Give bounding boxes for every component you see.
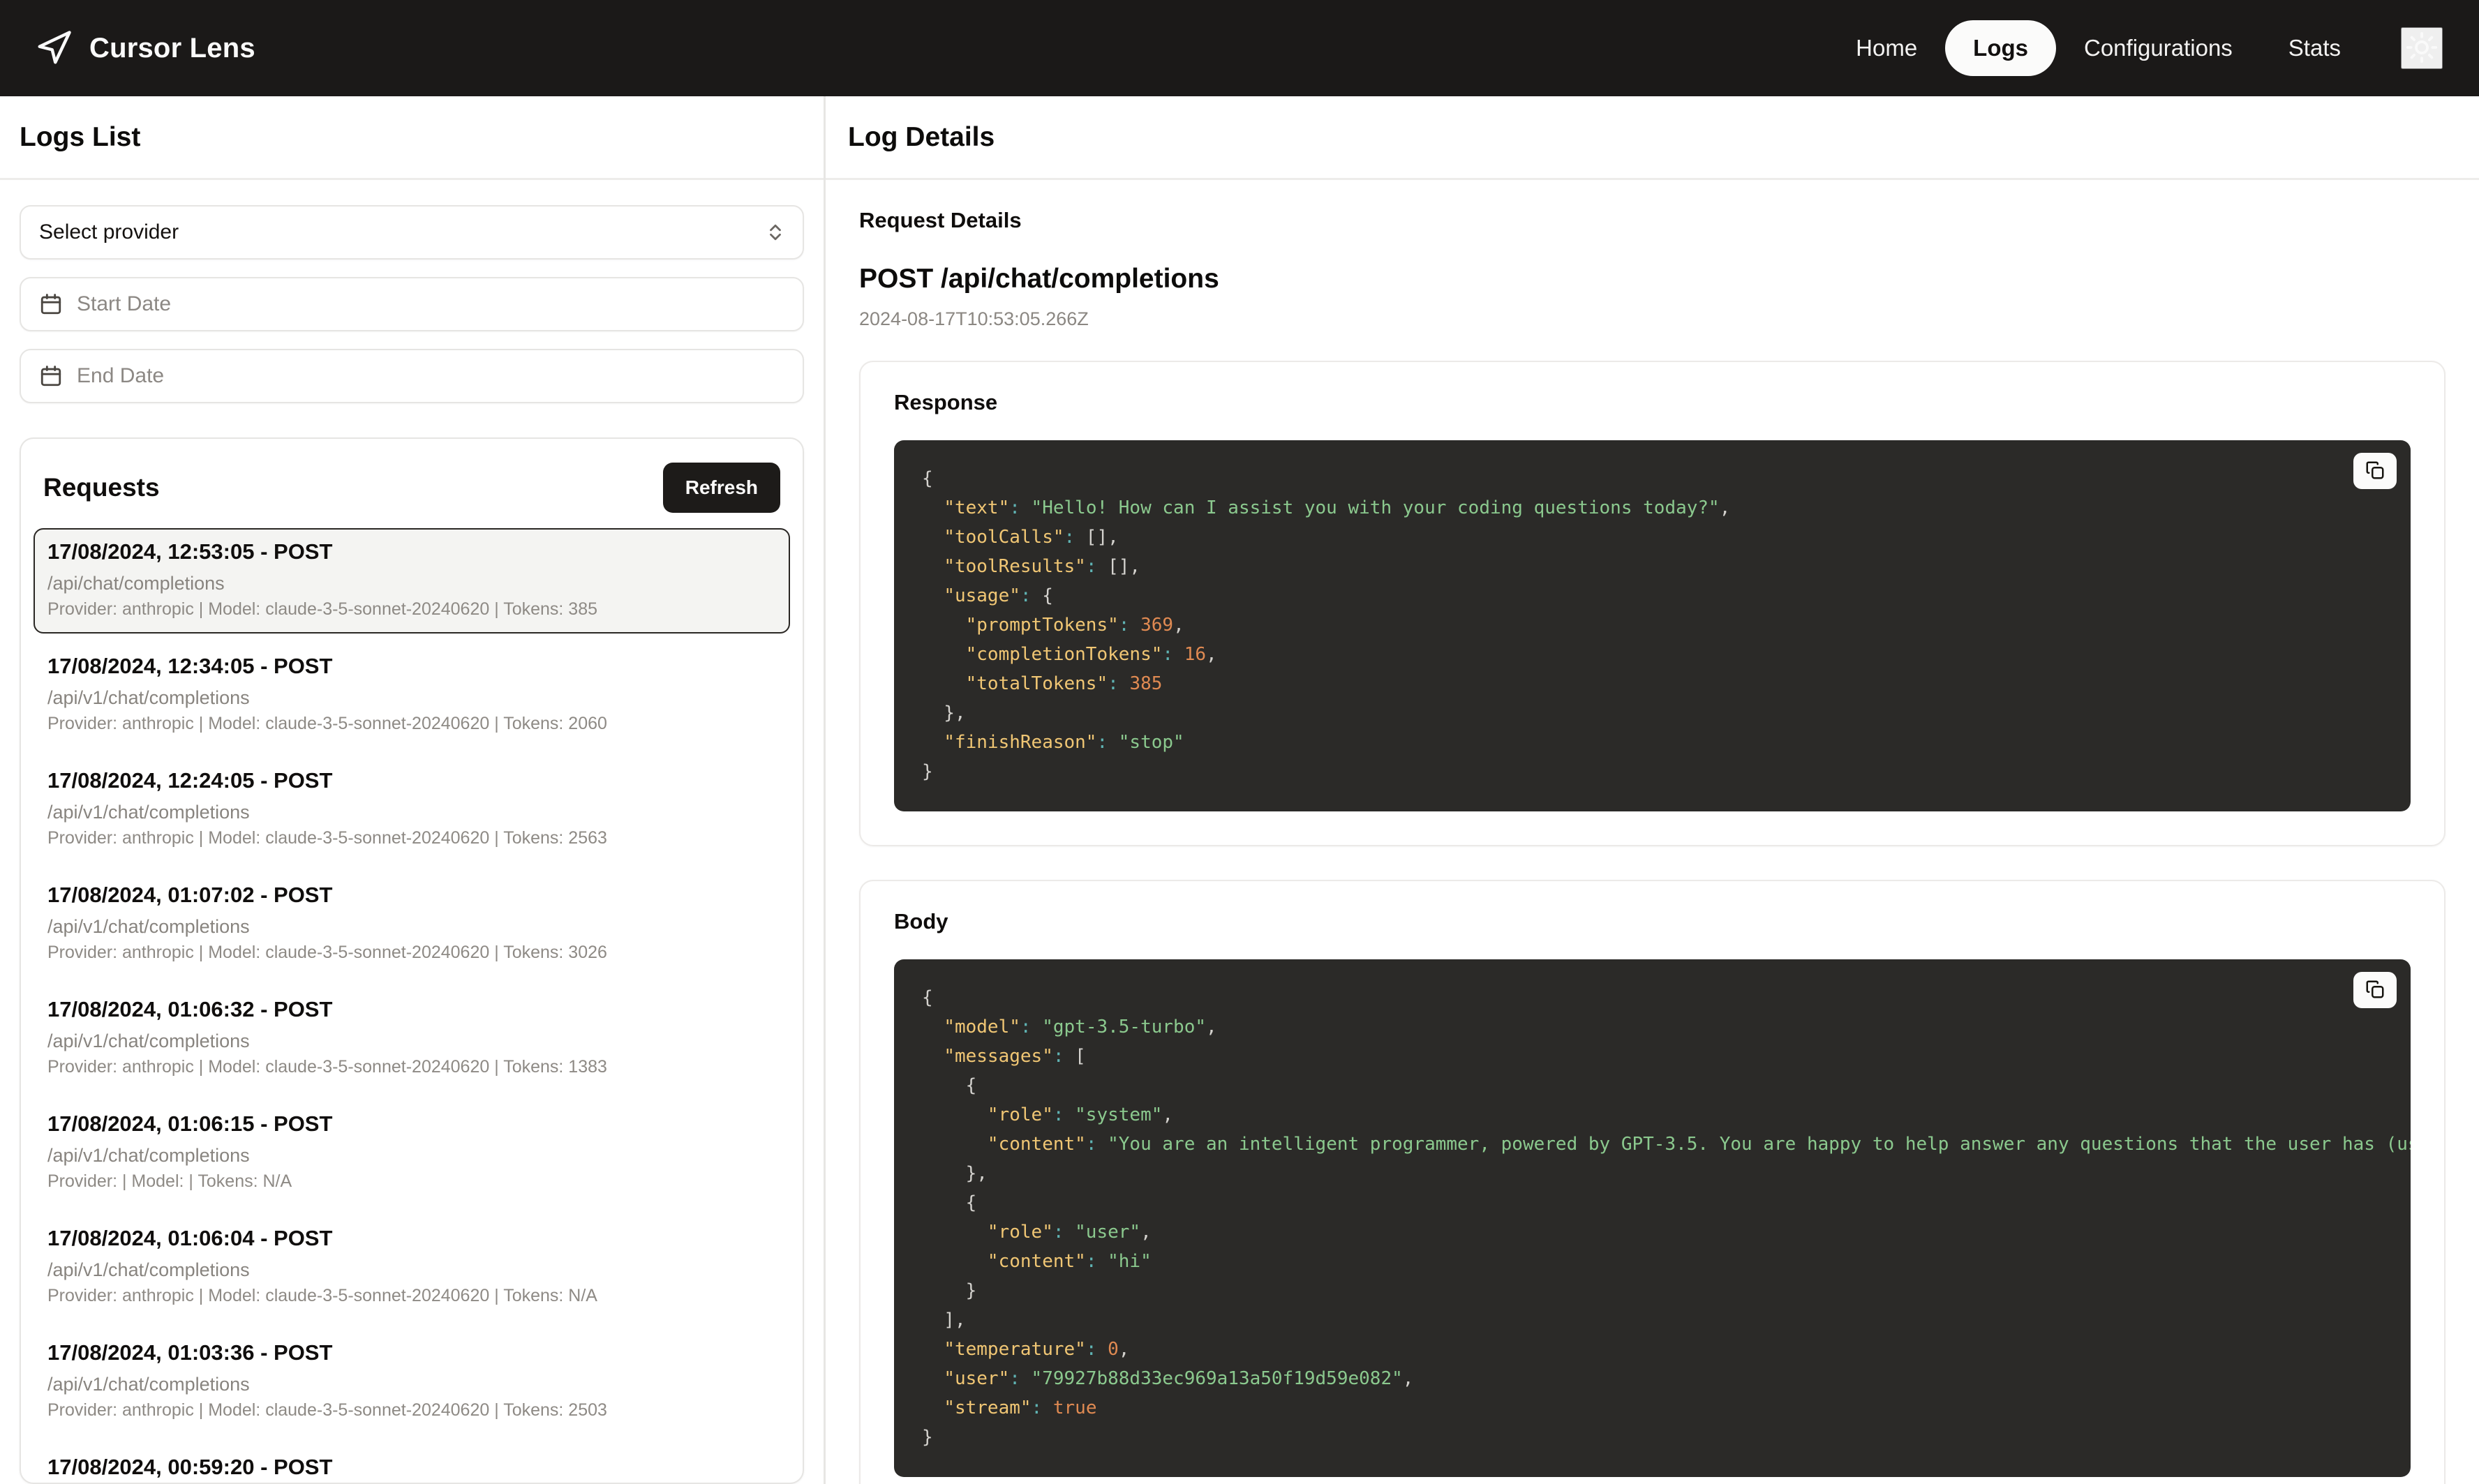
chevron-up-down-icon bbox=[766, 218, 784, 246]
nav-item-stats[interactable]: Stats bbox=[2261, 20, 2369, 76]
request-item-path: /api/v1/chat/completions bbox=[47, 1259, 250, 1280]
response-json: { "text": "Hello! How can I assist you w… bbox=[922, 468, 1731, 782]
copy-response-button[interactable] bbox=[2353, 453, 2397, 489]
filters: Select provider Start Date End Date bbox=[0, 180, 824, 428]
request-item-title: 17/08/2024, 01:06:15 - POST bbox=[47, 1111, 333, 1136]
copy-body-button[interactable] bbox=[2353, 972, 2397, 1008]
request-item-path: /api/v1/chat/completions bbox=[47, 1030, 250, 1051]
page-title: Logs List bbox=[20, 121, 141, 152]
requests-list[interactable]: 17/08/2024, 12:53:05 - POST/api/chat/com… bbox=[21, 528, 803, 1483]
nav-item-configurations[interactable]: Configurations bbox=[2056, 20, 2261, 76]
logs-list-pane: Logs List Select provider Start Date End… bbox=[0, 96, 826, 1484]
request-item-path: /api/chat/completions bbox=[47, 573, 225, 594]
nav-item-logs[interactable]: Logs bbox=[1945, 20, 2056, 76]
request-list-item[interactable]: 17/08/2024, 12:53:05 - POST/api/chat/com… bbox=[34, 528, 790, 634]
body-json: { "model": "gpt-3.5-turbo", "messages": … bbox=[922, 987, 2411, 1448]
end-date-field[interactable]: End Date bbox=[20, 349, 804, 403]
start-date-placeholder: Start Date bbox=[77, 292, 172, 315]
body-card: Body { "model": "gpt-3.5-turbo", "messag… bbox=[859, 880, 2446, 1484]
request-item-meta: Provider: anthropic | Model: claude-3-5-… bbox=[47, 1400, 607, 1420]
brand[interactable]: Cursor Lens bbox=[35, 29, 255, 67]
timestamp: 2024-08-17T10:53:05.266Z bbox=[859, 308, 1089, 329]
provider-select-value: Select provider bbox=[39, 220, 179, 243]
request-item-title: 17/08/2024, 01:06:04 - POST bbox=[47, 1226, 333, 1250]
calendar-icon bbox=[39, 364, 63, 388]
request-item-meta: Provider: anthropic | Model: claude-3-5-… bbox=[47, 599, 598, 619]
copy-icon bbox=[2365, 460, 2385, 483]
request-item-path: /api/v1/chat/completions bbox=[47, 687, 250, 708]
start-date-field[interactable]: Start Date bbox=[20, 277, 804, 331]
sun-icon bbox=[2406, 31, 2438, 66]
main-layout: Logs List Select provider Start Date End… bbox=[0, 96, 2479, 1484]
request-item-meta: Provider: anthropic | Model: claude-3-5-… bbox=[47, 1057, 607, 1077]
response-card: Response { "text": "Hello! How can I ass… bbox=[859, 361, 2446, 846]
nav-item-home[interactable]: Home bbox=[1828, 20, 1945, 76]
end-date-placeholder: End Date bbox=[77, 364, 165, 387]
theme-toggle-button[interactable] bbox=[2401, 27, 2443, 69]
request-list-item[interactable]: 17/08/2024, 01:03:36 - POST/api/v1/chat/… bbox=[34, 1329, 790, 1434]
request-item-path: /api/v1/chat/completions bbox=[47, 1145, 250, 1166]
request-item-meta: Provider: | Model: | Tokens: N/A bbox=[47, 1171, 292, 1191]
request-item-path: /api/v1/chat/completions bbox=[47, 802, 250, 823]
log-details-title: Log Details bbox=[848, 121, 995, 152]
requests-header: Requests Refresh bbox=[21, 439, 803, 528]
request-item-title: 17/08/2024, 01:07:02 - POST bbox=[47, 883, 333, 907]
response-code-block: { "text": "Hello! How can I assist you w… bbox=[894, 440, 2411, 811]
requests-card: Requests Refresh 17/08/2024, 12:53:05 - … bbox=[20, 437, 804, 1484]
request-list-item[interactable]: 17/08/2024, 12:34:05 - POST/api/v1/chat/… bbox=[34, 643, 790, 748]
log-details-body[interactable]: Request Details POST /api/chat/completio… bbox=[826, 180, 2479, 1484]
nav-links: Home Logs Configurations Stats bbox=[1828, 20, 2443, 76]
request-list-item[interactable]: 17/08/2024, 01:06:04 - POST/api/v1/chat/… bbox=[34, 1215, 790, 1320]
request-list-item[interactable]: 17/08/2024, 01:07:02 - POST/api/v1/chat/… bbox=[34, 871, 790, 977]
request-list-item[interactable]: 17/08/2024, 00:59:20 - POST bbox=[34, 1444, 790, 1483]
copy-icon bbox=[2365, 979, 2385, 1002]
request-item-meta: Provider: anthropic | Model: claude-3-5-… bbox=[47, 943, 607, 962]
request-list-item[interactable]: 17/08/2024, 01:06:32 - POST/api/v1/chat/… bbox=[34, 986, 790, 1091]
request-item-title: 17/08/2024, 12:34:05 - POST bbox=[47, 654, 333, 678]
provider-select[interactable]: Select provider bbox=[20, 205, 804, 260]
request-item-title: 17/08/2024, 01:06:32 - POST bbox=[47, 997, 333, 1021]
body-code-block: { "model": "gpt-3.5-turbo", "messages": … bbox=[894, 959, 2411, 1477]
log-details-pane: Log Details Request Details POST /api/ch… bbox=[826, 96, 2479, 1484]
request-item-path: /api/v1/chat/completions bbox=[47, 916, 250, 937]
request-item-title: 17/08/2024, 12:53:05 - POST bbox=[47, 539, 333, 564]
body-card-title: Body bbox=[894, 909, 948, 934]
request-item-meta: Provider: anthropic | Model: claude-3-5-… bbox=[47, 1286, 597, 1305]
log-details-header: Log Details bbox=[826, 96, 2479, 180]
navigation-arrow-icon bbox=[35, 29, 73, 67]
logs-list-header: Logs List bbox=[0, 96, 824, 180]
request-item-title: 17/08/2024, 12:24:05 - POST bbox=[47, 768, 333, 793]
requests-title: Requests bbox=[43, 473, 160, 502]
request-item-title: 17/08/2024, 01:03:36 - POST bbox=[47, 1340, 333, 1365]
top-navbar: Cursor Lens Home Logs Configurations Sta… bbox=[0, 0, 2479, 96]
endpoint-title: POST /api/chat/completions bbox=[859, 264, 1219, 294]
request-item-title: 17/08/2024, 00:59:20 - POST bbox=[47, 1455, 333, 1479]
request-list-item[interactable]: 17/08/2024, 01:06:15 - POST/api/v1/chat/… bbox=[34, 1100, 790, 1206]
response-card-title: Response bbox=[894, 390, 998, 414]
brand-name: Cursor Lens bbox=[89, 32, 255, 63]
request-item-meta: Provider: anthropic | Model: claude-3-5-… bbox=[47, 828, 607, 848]
refresh-button[interactable]: Refresh bbox=[662, 463, 780, 513]
request-details-label: Request Details bbox=[859, 208, 1022, 232]
request-list-item[interactable]: 17/08/2024, 12:24:05 - POST/api/v1/chat/… bbox=[34, 757, 790, 862]
calendar-icon bbox=[39, 292, 63, 316]
request-item-path: /api/v1/chat/completions bbox=[47, 1374, 250, 1395]
request-item-meta: Provider: anthropic | Model: claude-3-5-… bbox=[47, 714, 607, 733]
